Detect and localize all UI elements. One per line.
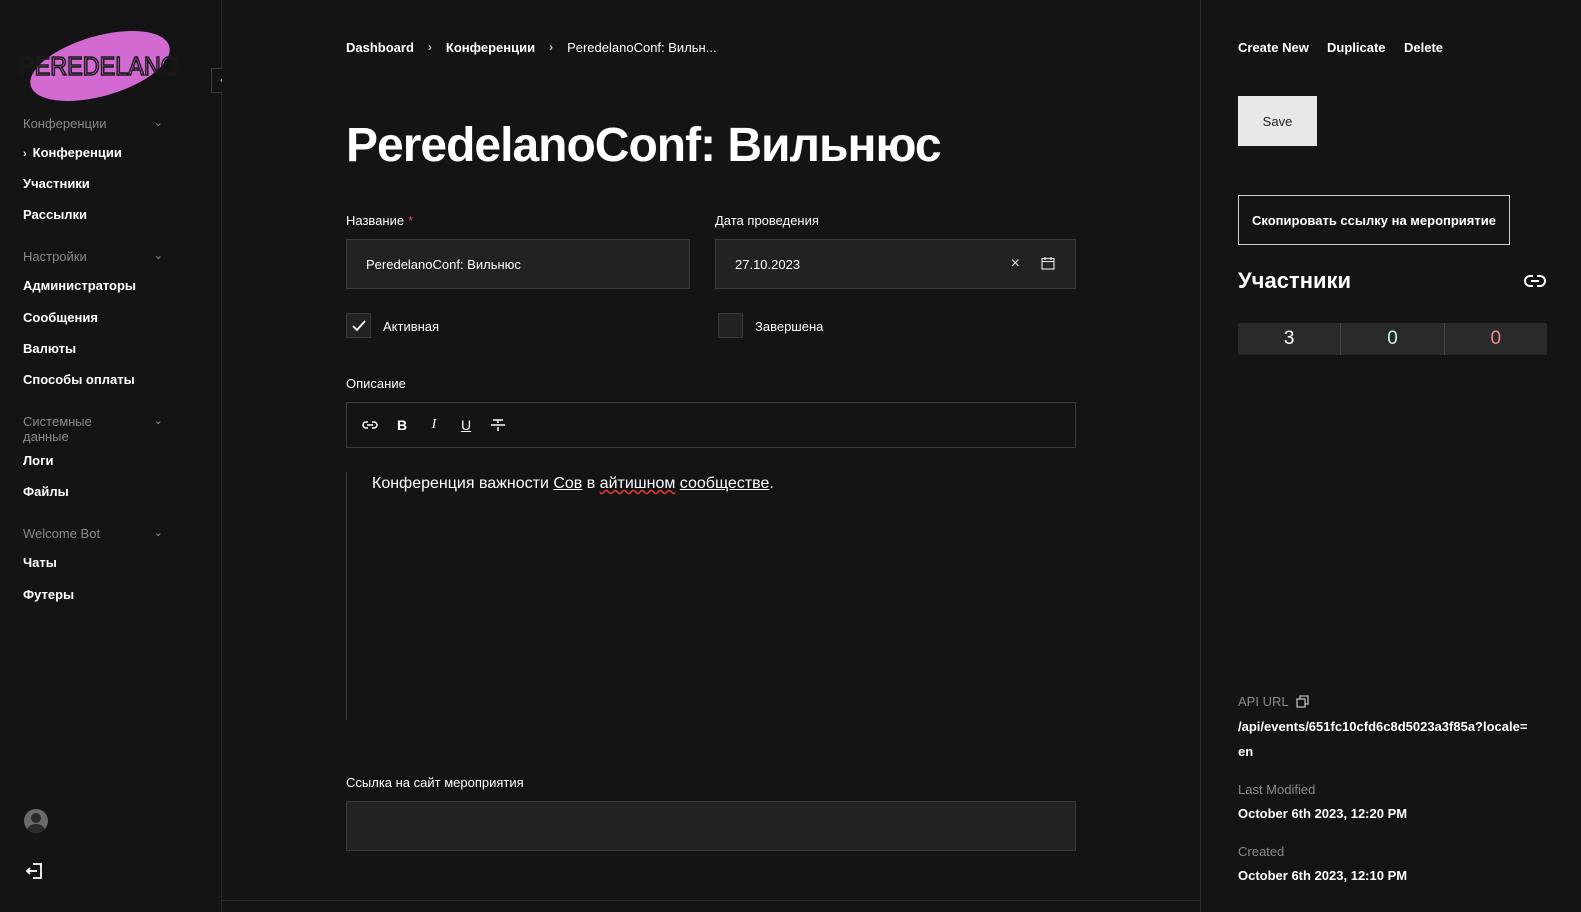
italic-button[interactable]: I [425, 416, 443, 434]
save-button[interactable]: Save [1238, 96, 1317, 146]
description-text: Конференция важности [372, 475, 554, 492]
created-label: Created [1238, 844, 1285, 859]
sidebar-item-label: Администраторы [23, 278, 137, 293]
duplicate-button[interactable]: Duplicate [1327, 40, 1386, 55]
active-checkbox-label[interactable]: Активная [383, 319, 439, 334]
breadcrumb-dashboard[interactable]: Dashboard [346, 40, 414, 55]
sidebar-item-payment-methods[interactable]: Способы оплаты [23, 372, 135, 387]
logo-text: PEREDELANO [19, 51, 179, 81]
nav-group-chevron-wrap: ⌄ [23, 414, 163, 428]
main-bottom-divider [222, 900, 1200, 901]
participants-title: Участники [1238, 268, 1352, 293]
sidebar-item-admins[interactable]: Администраторы [23, 278, 136, 293]
sidebar-item-messages[interactable]: Сообщения [23, 310, 98, 325]
sidebar-item-label: Чаты [23, 555, 57, 570]
page-title: PeredelanoConf: Вильнюс [346, 119, 942, 172]
sidebar-item-mailings[interactable]: Рассылки [23, 207, 87, 222]
chevron-down-icon[interactable]: ⌄ [154, 414, 163, 427]
sidebar-item-label: Конференции [32, 145, 122, 160]
participants-stats: 3 0 0 [1238, 323, 1547, 355]
site-link-label: Ссылка на сайт мероприятия [346, 775, 524, 790]
delete-button[interactable]: Delete [1404, 40, 1443, 55]
name-input[interactable]: PeredelanoConf: Вильнюс [346, 239, 690, 289]
copy-icon[interactable] [1296, 695, 1309, 708]
breadcrumb: Dashboard › Конференции › PeredelanoConf… [346, 40, 717, 55]
sidebar-item-label: Файлы [23, 484, 69, 499]
copy-event-link-button[interactable]: Скопировать ссылку на мероприятие [1238, 195, 1510, 245]
editor-border [346, 472, 347, 720]
nav-group-welcome-bot[interactable]: Welcome Bot ⌄ [23, 526, 163, 541]
chevron-right-icon: › [23, 148, 27, 160]
nav-group-label: Настройки [23, 249, 87, 264]
sidebar-item-label: Рассылки [23, 207, 88, 222]
api-url-label: API URL [1238, 694, 1289, 709]
peredelano-logo[interactable]: PEREDELANO [18, 30, 183, 102]
sidebar-item-currencies[interactable]: Валюты [23, 341, 76, 356]
finished-checkbox-label[interactable]: Завершена [755, 319, 823, 334]
description-underlined: сообществе [679, 475, 770, 492]
last-modified-value: October 6th 2023, 12:20 PM [1238, 806, 1408, 821]
editor-toolbar: B I U [346, 402, 1076, 448]
nav-group-settings[interactable]: Настройки ⌄ [23, 249, 163, 264]
name-field-label: Название * [346, 213, 413, 228]
nav-group-label: Welcome Bot [23, 526, 101, 541]
avatar-body [27, 824, 45, 833]
chevron-down-icon: ⌄ [153, 117, 163, 129]
sidebar-item-footers[interactable]: Футеры [23, 587, 74, 602]
sidebar-item-label: Способы оплаты [23, 372, 135, 387]
active-checkbox[interactable] [346, 313, 371, 338]
description-misspelled: айтишном [599, 475, 676, 492]
sidebar-item-participants[interactable]: Участники [23, 176, 90, 191]
description-underlined: Сов [553, 475, 583, 492]
sidebar-item-logs[interactable]: Логи [23, 453, 53, 468]
chevron-right-icon: › [549, 40, 554, 54]
date-input-value: 27.10.2023 [735, 256, 801, 272]
participants-total: 3 [1238, 323, 1342, 355]
create-new-button[interactable]: Create New [1238, 40, 1309, 55]
last-modified-label: Last Modified [1238, 782, 1316, 797]
name-input-value: PeredelanoConf: Вильнюс [366, 256, 521, 272]
sidebar-item-label: Сообщения [23, 310, 98, 325]
date-input[interactable]: 27.10.2023 × [715, 239, 1076, 289]
date-field-label: Дата проведения [715, 213, 819, 228]
breadcrumb-current: PeredelanoConf: Вильн... [567, 40, 717, 55]
sidebar-item-label: Участники [23, 176, 90, 191]
sidebar-item-label: Логи [23, 453, 54, 468]
nav-group-label: Конференции [23, 116, 107, 131]
site-link-input[interactable] [346, 801, 1076, 851]
sidebar-item-label: Валюты [23, 341, 77, 356]
sidebar-item-label: Футеры [23, 587, 75, 602]
chevron-down-icon: ⌄ [153, 527, 163, 539]
calendar-icon[interactable] [1041, 256, 1055, 270]
created-value: October 6th 2023, 12:10 PM [1238, 868, 1408, 883]
description-label: Описание [346, 376, 406, 391]
link-icon[interactable] [361, 416, 379, 434]
participants-confirmed: 0 [1341, 323, 1445, 355]
nav-group-conferences[interactable]: Конференции ⌄ [23, 116, 163, 131]
bold-button[interactable]: B [393, 416, 411, 434]
chevron-down-icon: ⌄ [153, 250, 163, 262]
logout-icon[interactable] [24, 860, 46, 882]
description-text: . [769, 475, 774, 492]
link-icon[interactable] [1524, 274, 1546, 288]
breadcrumb-conferences[interactable]: Конференции [446, 40, 535, 55]
strikethrough-icon[interactable] [489, 416, 507, 434]
checkmark-icon [352, 320, 366, 332]
api-url-value[interactable]: /api/events/651fc10cfd6c8d5023a3f85a?loc… [1238, 714, 1528, 764]
description-editor[interactable]: Конференция важности Сов в айтишном сооб… [372, 475, 774, 493]
avatar[interactable] [24, 809, 48, 833]
name-label-text: Название [346, 213, 405, 228]
description-text: в [582, 475, 600, 492]
sidebar-item-chats[interactable]: Чаты [23, 555, 57, 570]
finished-checkbox[interactable] [718, 313, 743, 338]
participants-rejected: 0 [1490, 328, 1502, 349]
clear-date-icon[interactable]: × [1011, 255, 1020, 273]
chevron-right-icon: › [427, 40, 432, 54]
avatar-head [31, 813, 41, 823]
underline-button[interactable]: U [457, 416, 475, 434]
required-mark: * [408, 213, 414, 228]
sidebar-item-files[interactable]: Файлы [23, 484, 69, 499]
sidebar-item-conferences[interactable]: › Конференции [23, 145, 122, 160]
